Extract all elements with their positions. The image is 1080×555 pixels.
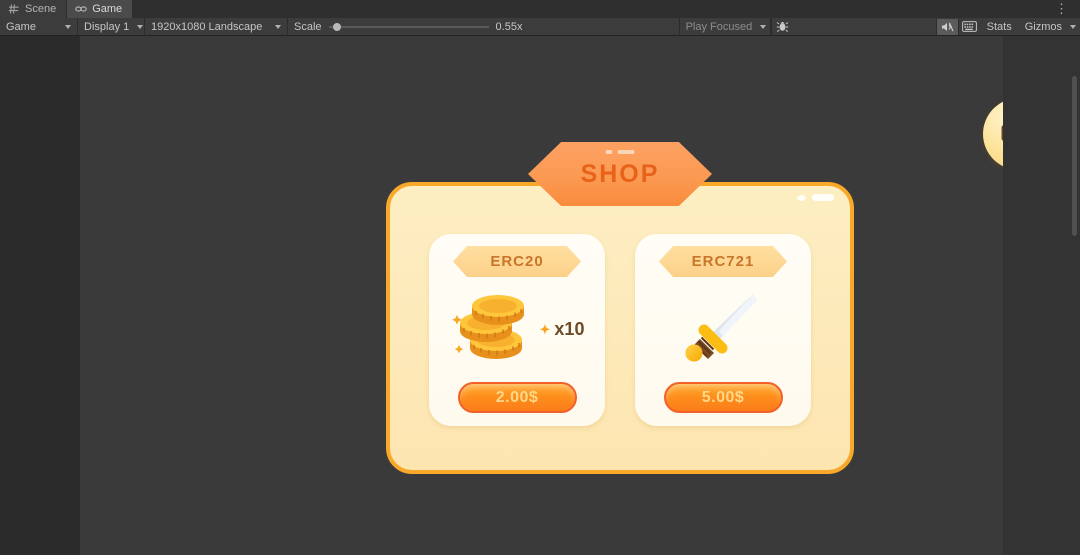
view-mode-value: Game [6,20,36,33]
scale-slider-knob[interactable] [333,22,342,31]
gizmos-dropdown[interactable]: Gizmos [1018,18,1080,35]
item-price: 5.00$ [701,388,745,406]
play-mode-value: Play Focused [685,20,753,33]
shop-item-list: ERC20 ✦ x10 2.00$ ERC721 5.00$ [390,234,850,426]
item-type-label: ERC721 [691,253,755,270]
vertical-scrollbar[interactable] [1072,76,1077,236]
window-overflow-menu[interactable]: ⋮ [1048,1,1076,17]
game-viewport[interactable]: SHOP ERC20 ✦ x10 2.00$ ERC721 5.00$ [80,36,1003,555]
editor-left-panel [0,36,80,555]
stats-grid-icon[interactable] [957,18,980,35]
grid-icon [8,3,20,15]
scale-value: 0.55x [495,20,523,33]
mute-audio-icon[interactable] [935,18,958,35]
scale-slider-group[interactable]: Scale 0.55x [288,21,536,33]
sparkle-icon: ✦ [539,321,551,337]
tab-scene[interactable]: Scene [0,0,68,18]
editor-right-gutter [1003,36,1080,555]
aspect-ratio-dropdown[interactable]: 1920x1080 Landscape [145,18,288,35]
item-artwork: ✦ x10 [429,277,605,382]
buy-button[interactable]: 2.00$ [457,382,577,413]
item-price: 2.00$ [495,388,539,406]
display-dropdown[interactable]: Display 1 [78,18,145,35]
backpack-icon [999,111,1003,158]
play-mode-dropdown[interactable]: Play Focused [678,18,771,35]
shop-item-card[interactable]: ERC20 ✦ x10 2.00$ [429,234,605,426]
scale-label: Scale [294,20,322,33]
backpack-button[interactable] [983,98,1003,170]
shop-item-card[interactable]: ERC721 5.00$ [635,234,811,426]
tab-game-label: Game [92,3,123,15]
item-type-label: ERC20 [490,253,544,270]
item-type-badge: ERC20 [453,246,581,277]
bug-icon[interactable] [770,18,793,35]
stats-label: Stats [986,20,1012,33]
chevron-down-icon [760,24,767,29]
chevron-down-icon [65,24,71,29]
unity-editor-window: Scene Game Game Display 1 1920x1080 Land… [0,0,1080,555]
overflow-label: ⋮ [1055,1,1069,16]
gloss-dot-icon [797,194,806,201]
shop-panel: SHOP ERC20 ✦ x10 2.00$ ERC721 5.00$ [386,142,854,474]
chevron-down-icon [1070,24,1077,29]
scale-slider-track[interactable] [328,22,489,31]
gizmos-label: Gizmos [1024,20,1063,33]
display-value: Display 1 [84,20,130,33]
gloss-dot-icon [605,150,613,154]
banner-gloss-highlight [605,150,635,154]
coin-stack-icon [450,291,536,368]
editor-tabbar: Scene Game [0,0,1080,18]
aspect-ratio-value: 1920x1080 Landscape [151,20,263,33]
view-mode-dropdown[interactable]: Game [0,18,78,35]
sword-icon [683,290,763,369]
shop-title: SHOP [580,159,660,188]
gloss-dash-icon [812,194,834,201]
tab-scene-label: Scene [25,3,57,15]
shop-banner: SHOP [528,142,712,206]
stats-toggle[interactable]: Stats [980,21,1019,33]
buy-button[interactable]: 5.00$ [663,382,783,413]
coin-stack-group: ✦ x10 [450,291,585,368]
item-artwork [635,277,811,382]
gamepad-icon [75,3,87,15]
toolbar-right-group: Stats Gizmos [935,18,1080,35]
gloss-dash-icon [617,150,635,154]
tab-game[interactable]: Game [67,0,134,18]
item-type-badge: ERC721 [659,246,787,277]
chevron-down-icon [137,24,144,29]
chevron-down-icon [275,24,281,29]
game-view-toolbar: Game Display 1 1920x1080 Landscape Scale… [0,18,1080,36]
panel-gloss-highlight [797,194,834,201]
item-multiplier: x10 [554,319,585,339]
tabbar-filler [133,0,1080,18]
